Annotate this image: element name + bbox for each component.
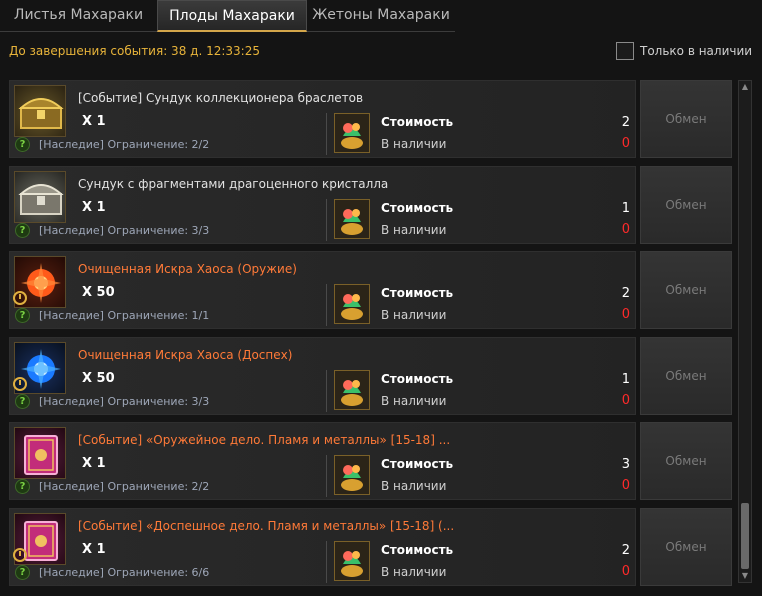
maharaka-fruit-currency-icon: [334, 541, 370, 581]
divider: [326, 541, 327, 583]
item-quantity: X 50: [82, 371, 115, 386]
maharaka-fruit-currency-icon: [334, 370, 370, 410]
in-stock-filter[interactable]: Только в наличии: [616, 42, 752, 60]
cost-label: Стоимость: [381, 372, 454, 386]
tab-maharaka-fruits[interactable]: Плоды Махараки: [157, 0, 307, 32]
stock-value: 0: [621, 478, 630, 493]
divider: [326, 455, 327, 497]
list-item: Сундук с фрагментами драгоценного криста…: [9, 166, 735, 244]
item-quantity: X 1: [82, 114, 106, 129]
stock-label: В наличии: [381, 565, 447, 579]
scroll-thumb[interactable]: [741, 503, 749, 569]
stock-label: В наличии: [381, 137, 447, 151]
tab-maharaka-tokens[interactable]: Жетоны Махараки: [307, 0, 455, 32]
stock-value: 0: [621, 393, 630, 408]
help-icon[interactable]: ?: [15, 565, 30, 580]
help-icon[interactable]: ?: [15, 137, 30, 152]
gold-chest-icon: [14, 85, 66, 137]
list-item: [Событие] «Доспешное дело. Пламя и метал…: [9, 508, 735, 586]
divider: [326, 370, 327, 412]
list-item: [Событие] «Оружейное дело. Пламя и метал…: [9, 422, 735, 500]
item-card: [Событие] «Оружейное дело. Пламя и метал…: [9, 422, 636, 500]
item-card: [Событие] Сундук коллекционера браслетов…: [9, 80, 636, 158]
cost-label: Стоимость: [381, 201, 454, 215]
cost-value: 2: [621, 286, 630, 301]
item-name[interactable]: Очищенная Искра Хаоса (Доспех): [78, 348, 292, 362]
cost-value: 1: [621, 201, 630, 216]
tab-maharaka-leaves[interactable]: Листья Махараки: [0, 0, 157, 32]
item-name[interactable]: [Событие] «Доспешное дело. Пламя и метал…: [78, 519, 454, 533]
exchange-button[interactable]: Обмен: [640, 166, 732, 244]
item-quantity: X 1: [82, 456, 106, 471]
item-quantity: X 50: [82, 285, 115, 300]
help-icon[interactable]: ?: [15, 479, 30, 494]
list-item: Очищенная Искра Хаоса (Доспех) X 50 ? [Н…: [9, 337, 735, 415]
help-icon[interactable]: ?: [15, 223, 30, 238]
stopwatch-icon: [13, 548, 27, 562]
in-stock-label: Только в наличии: [640, 44, 753, 58]
pink-book-icon: [14, 427, 66, 479]
stopwatch-icon: [13, 377, 27, 391]
help-icon[interactable]: ?: [15, 308, 30, 323]
cost-value: 2: [621, 543, 630, 558]
purchase-limit: [Наследие] Ограничение: 6/6: [39, 566, 210, 579]
cost-value: 1: [621, 372, 630, 387]
divider: [326, 284, 327, 326]
purchase-limit: [Наследие] Ограничение: 1/1: [39, 309, 210, 322]
exchange-button[interactable]: Обмен: [640, 422, 732, 500]
maharaka-fruit-currency-icon: [334, 455, 370, 495]
item-card: [Событие] «Доспешное дело. Пламя и метал…: [9, 508, 636, 586]
exchange-button[interactable]: Обмен: [640, 80, 732, 158]
stock-label: В наличии: [381, 479, 447, 493]
stock-value: 0: [621, 222, 630, 237]
cost-label: Стоимость: [381, 543, 454, 557]
exchange-button[interactable]: Обмен: [640, 508, 732, 586]
exchange-button[interactable]: Обмен: [640, 337, 732, 415]
help-icon[interactable]: ?: [15, 394, 30, 409]
item-card: Сундук с фрагментами драгоценного криста…: [9, 166, 636, 244]
list-item: Очищенная Искра Хаоса (Оружие) X 50 ? [Н…: [9, 251, 735, 329]
item-name[interactable]: [Событие] «Оружейное дело. Пламя и метал…: [78, 433, 450, 447]
in-stock-checkbox[interactable]: [616, 42, 634, 60]
item-card: Очищенная Искра Хаоса (Доспех) X 50 ? [Н…: [9, 337, 636, 415]
purchase-limit: [Наследие] Ограничение: 3/3: [39, 224, 210, 237]
cost-value: 3: [621, 457, 630, 472]
list-item: [Событие] Сундук коллекционера браслетов…: [9, 80, 735, 158]
stock-value: 0: [621, 136, 630, 151]
item-quantity: X 1: [82, 200, 106, 215]
stock-label: В наличии: [381, 308, 447, 322]
purchase-limit: [Наследие] Ограничение: 2/2: [39, 138, 210, 151]
item-quantity: X 1: [82, 542, 106, 557]
scroll-down-icon[interactable]: ▼: [740, 571, 750, 581]
exchange-button[interactable]: Обмен: [640, 251, 732, 329]
scrollbar[interactable]: ▲ ▼: [738, 80, 752, 583]
stock-label: В наличии: [381, 394, 447, 408]
scroll-up-icon[interactable]: ▲: [740, 82, 750, 92]
purchase-limit: [Наследие] Ограничение: 2/2: [39, 480, 210, 493]
event-timer: До завершения события: 38 д. 12:33:25: [9, 44, 260, 58]
purchase-limit: [Наследие] Ограничение: 3/3: [39, 395, 210, 408]
stopwatch-icon: [13, 291, 27, 305]
cost-label: Стоимость: [381, 457, 454, 471]
divider: [326, 199, 327, 241]
divider: [326, 113, 327, 155]
maharaka-fruit-currency-icon: [334, 199, 370, 239]
item-card: Очищенная Искра Хаоса (Оружие) X 50 ? [Н…: [9, 251, 636, 329]
silver-chest-icon: [14, 171, 66, 223]
stock-label: В наличии: [381, 223, 447, 237]
item-name[interactable]: [Событие] Сундук коллекционера браслетов: [78, 91, 363, 105]
stock-value: 0: [621, 564, 630, 579]
item-name[interactable]: Очищенная Искра Хаоса (Оружие): [78, 262, 297, 276]
cost-value: 2: [621, 115, 630, 130]
maharaka-fruit-currency-icon: [334, 113, 370, 153]
cost-label: Стоимость: [381, 115, 454, 129]
stock-value: 0: [621, 307, 630, 322]
maharaka-fruit-currency-icon: [334, 284, 370, 324]
item-name[interactable]: Сундук с фрагментами драгоценного криста…: [78, 177, 388, 191]
cost-label: Стоимость: [381, 286, 454, 300]
tab-bar: Листья Махараки Плоды Махараки Жетоны Ма…: [0, 0, 455, 32]
